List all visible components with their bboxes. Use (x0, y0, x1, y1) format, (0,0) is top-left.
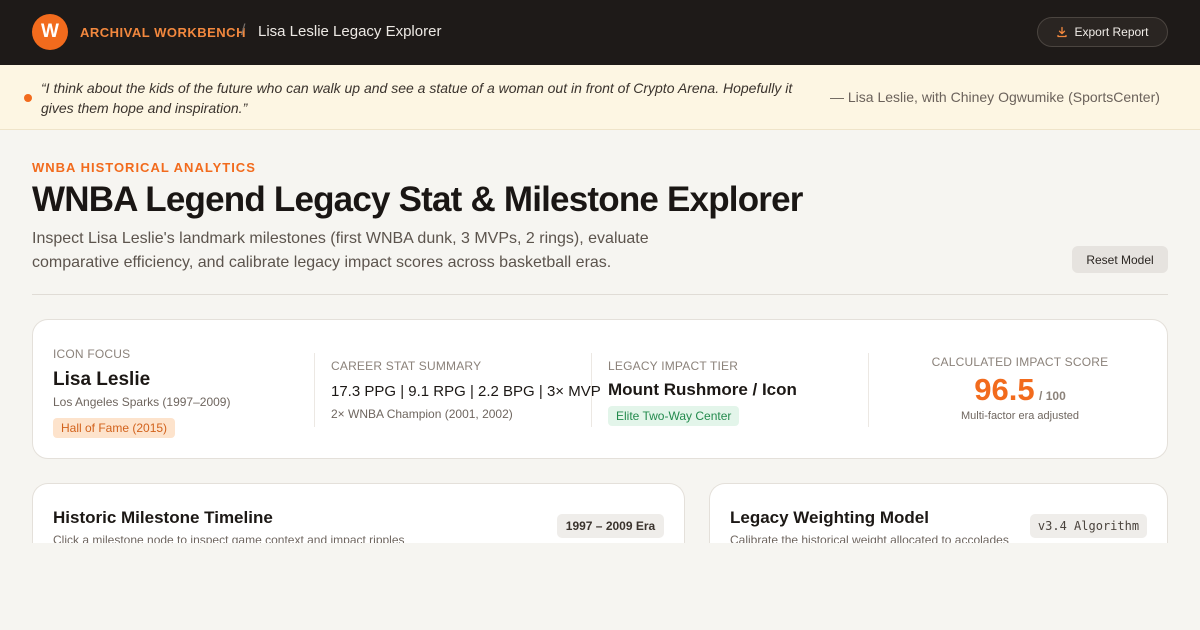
quote-banner: “I think about the kids of the future wh… (0, 65, 1200, 130)
dot-icon (24, 94, 32, 102)
impact-score-note: Multi-factor era adjusted (961, 410, 1079, 422)
impact-score-value: 96.5 (974, 372, 1035, 407)
algorithm-version-tag: v3.4 Algorithm (1030, 514, 1147, 538)
breadcrumb-app[interactable]: ARCHIVAL WORKBENCH (80, 25, 246, 40)
career-stats-column: CAREER STAT SUMMARY 17.3 PPG | 9.1 RPG |… (331, 320, 601, 460)
export-report-label: Export Report (1074, 25, 1149, 39)
reset-model-button[interactable]: Reset Model (1072, 246, 1168, 273)
breadcrumb-separator: / (241, 22, 246, 39)
column-divider (591, 353, 592, 427)
player-name: Lisa Leslie (53, 369, 151, 390)
model-title: Legacy Weighting Model (730, 508, 929, 527)
export-report-button[interactable]: Export Report (1037, 17, 1168, 47)
app-logo[interactable]: W (32, 14, 68, 50)
career-stats-line: 17.3 PPG | 9.1 RPG | 2.2 BPG | 3× MVP (331, 383, 601, 400)
championships-detail: 2× WNBA Champion (2001, 2002) (331, 407, 513, 421)
icon-focus-label: ICON FOCUS (53, 347, 131, 361)
career-stats-label: CAREER STAT SUMMARY (331, 359, 482, 373)
page-description: Inspect Lisa Leslie's landmark milestone… (32, 230, 649, 271)
divider (32, 294, 1168, 295)
page-title: WNBA Legend Legacy Stat & Milestone Expl… (32, 180, 803, 219)
impact-score-column: CALCULATED IMPACT SCORE 96.5 / 100 Multi… (885, 320, 1155, 460)
column-divider (868, 353, 869, 427)
impact-score-max: / 100 (1039, 389, 1066, 403)
era-tag: 1997 – 2009 Era (557, 514, 664, 538)
section-eyebrow: WNBA HISTORICAL ANALYTICS (32, 160, 256, 175)
role-badge: Elite Two-Way Center (608, 406, 740, 426)
download-icon (1056, 26, 1068, 38)
player-summary-card: ICON FOCUS Lisa Leslie Los Angeles Spark… (32, 319, 1168, 459)
column-divider (314, 353, 315, 427)
page-background (0, 543, 1200, 630)
hall-of-fame-badge: Hall of Fame (2015) (53, 418, 176, 438)
breadcrumb-current-page: Lisa Leslie Legacy Explorer (258, 23, 442, 40)
impact-score-label: CALCULATED IMPACT SCORE (931, 355, 1109, 369)
legacy-tier-label: LEGACY IMPACT TIER (608, 359, 739, 373)
timeline-title: Historic Milestone Timeline (53, 508, 273, 527)
legacy-tier-column: LEGACY IMPACT TIER Mount Rushmore / Icon… (608, 320, 870, 460)
quote-attribution: — Lisa Leslie, with Chiney Ogwumike (Spo… (830, 89, 1160, 105)
quote-text: “I think about the kids of the future wh… (41, 80, 793, 116)
player-team: Los Angeles Sparks (1997–2009) (53, 395, 231, 409)
legacy-tier-value: Mount Rushmore / Icon (608, 380, 797, 399)
top-bar: W ARCHIVAL WORKBENCH / Lisa Leslie Legac… (0, 0, 1200, 65)
icon-focus-column: ICON FOCUS Lisa Leslie Los Angeles Spark… (53, 320, 313, 460)
